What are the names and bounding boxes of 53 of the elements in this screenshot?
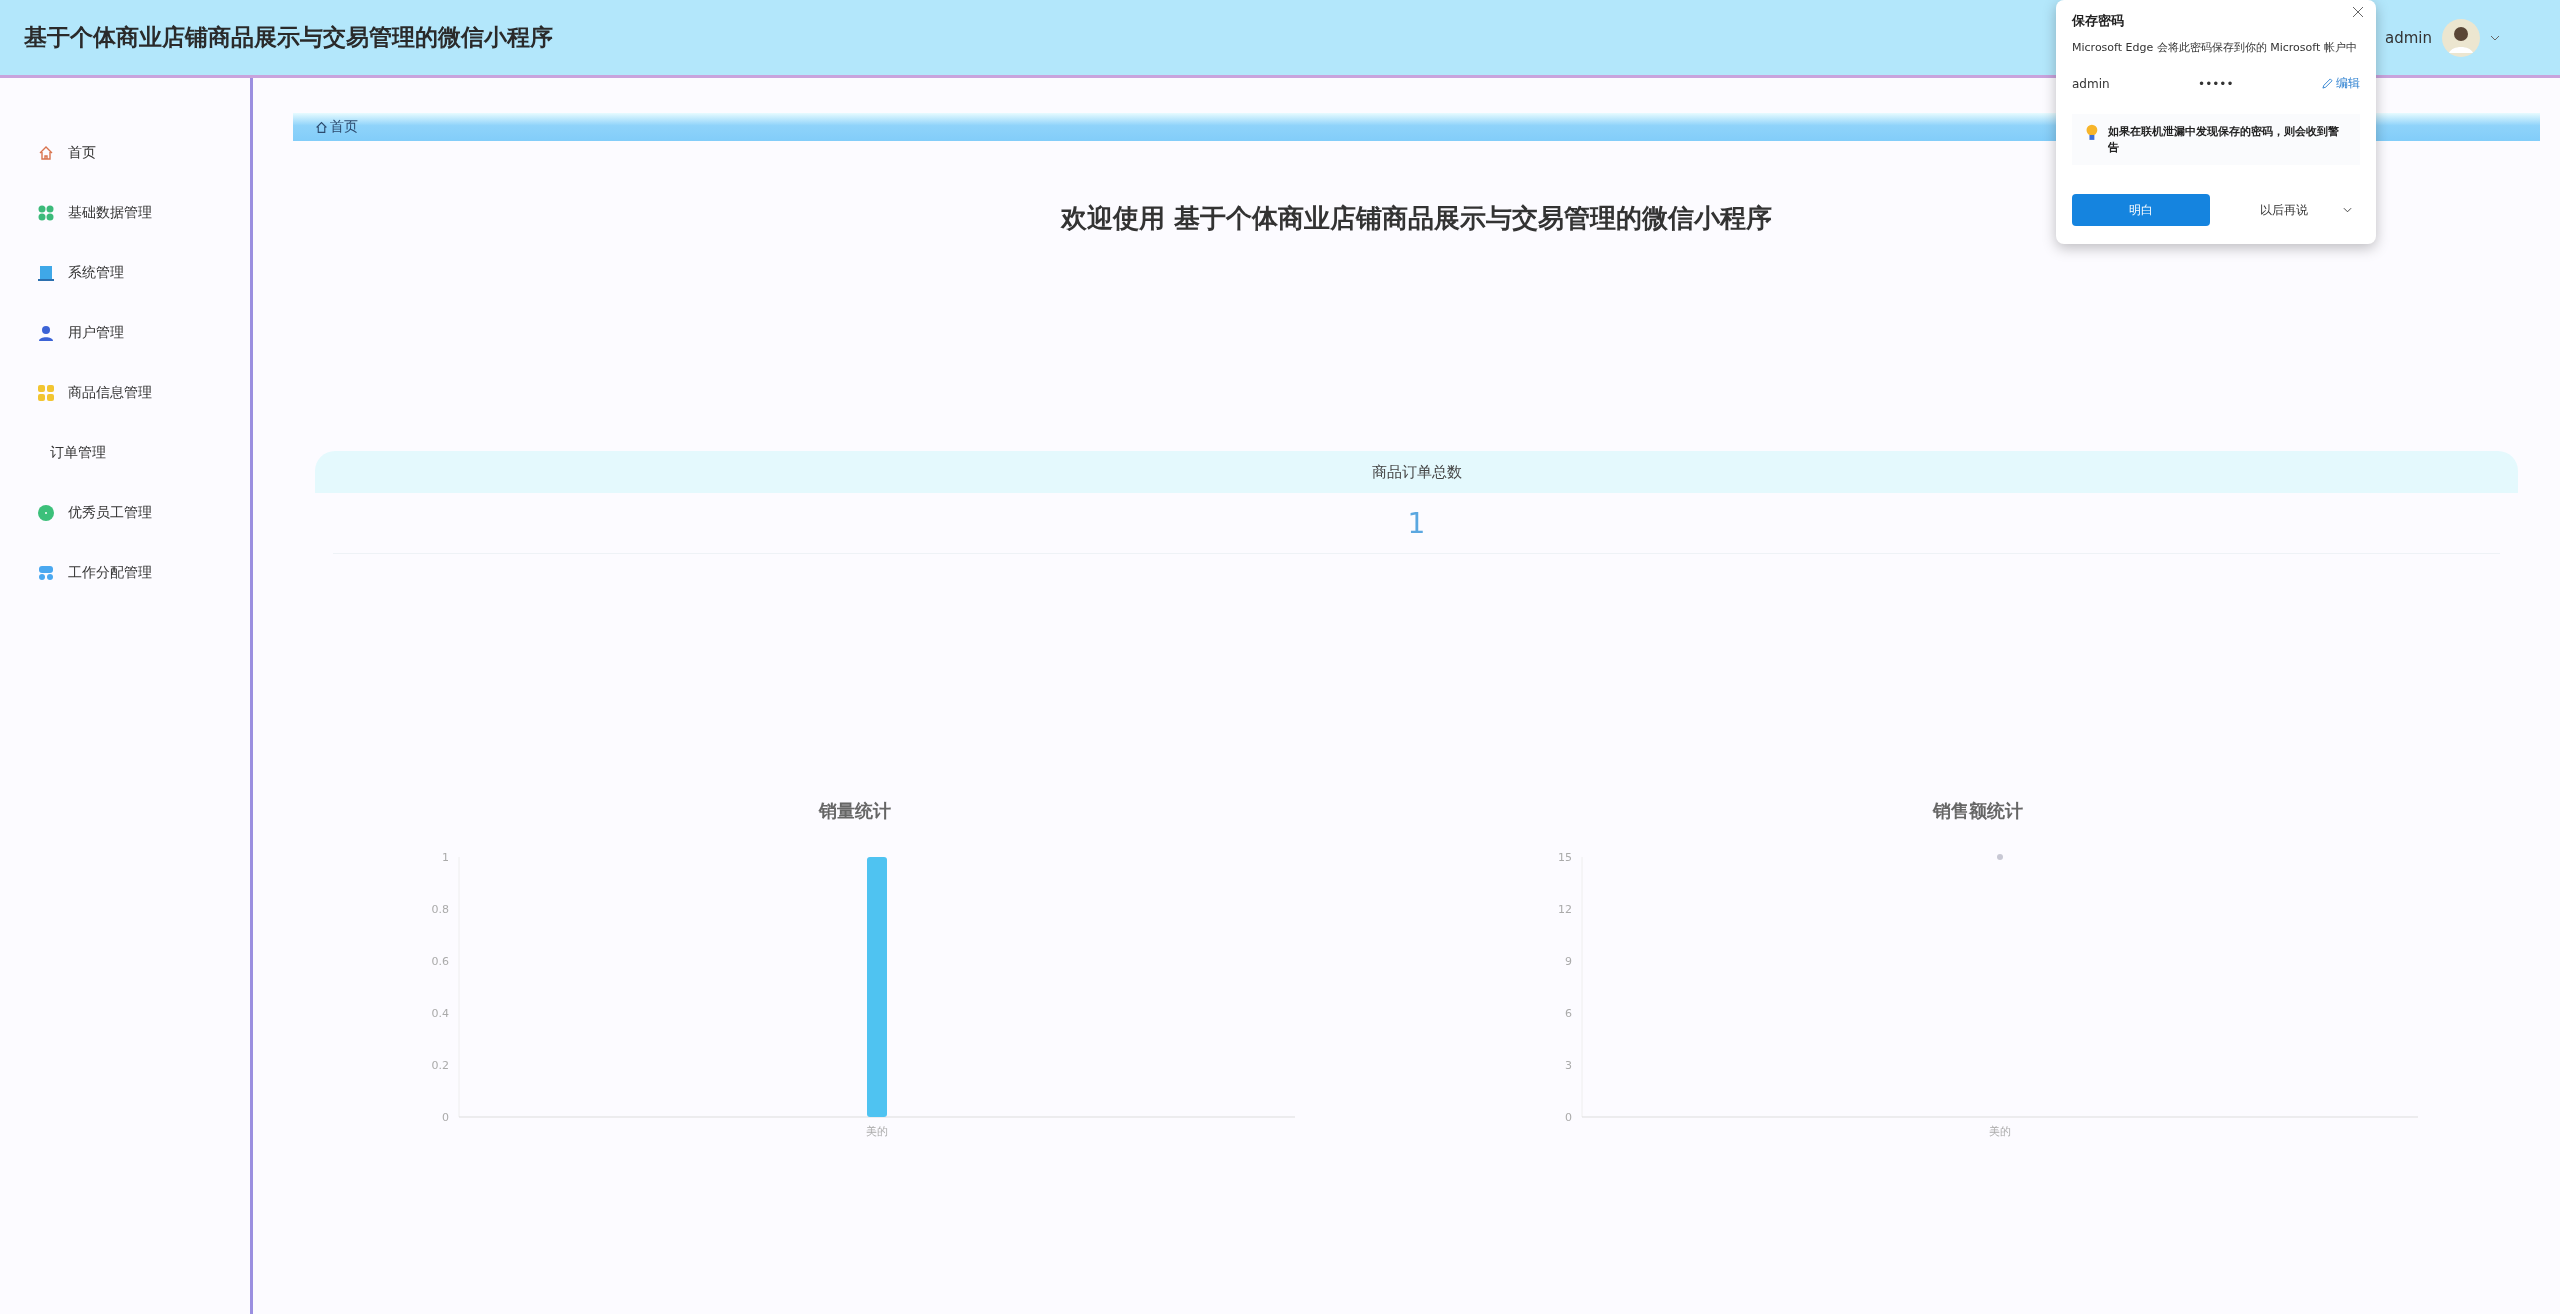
app-title: 基于个体商业店铺商品展示与交易管理的微信小程序 — [24, 23, 553, 52]
team-icon — [38, 565, 54, 581]
axis-category-label: 美的 — [1989, 1125, 2012, 1138]
axis-tick-label: 0 — [1565, 1111, 1573, 1124]
chart-title: 销售额统计 — [1933, 799, 2024, 823]
clover-icon — [38, 205, 54, 221]
popup-title: 保存密码 — [2072, 12, 2125, 30]
axis-tick-label: 1 — [441, 851, 449, 864]
popup-description: Microsoft Edge 会将此密码保存到你的 Microsoft 帐户中 — [2072, 40, 2358, 56]
axis-tick-label: 3 — [1565, 1059, 1573, 1072]
stat-value: 1 — [333, 493, 2500, 554]
circle-icon — [38, 505, 54, 521]
sidebar-item[interactable]: 首页 — [0, 123, 250, 183]
pencil-icon — [2322, 78, 2333, 90]
later-button[interactable]: 以后再说 — [2220, 194, 2360, 226]
axis-tick-label: 9 — [1565, 955, 1573, 968]
axis-tick-label: 12 — [1558, 903, 1573, 916]
sidebar-item[interactable]: 工作分配管理 — [0, 543, 250, 603]
edit-link[interactable]: 编辑 — [2322, 75, 2360, 93]
sidebar-item[interactable]: 商品信息管理 — [0, 363, 250, 423]
welcome-title: 欢迎使用 基于个体商业店铺商品展示与交易管理的微信小程序 — [1060, 202, 1773, 235]
avatar-icon[interactable] — [2442, 18, 2480, 57]
data-point — [1997, 854, 2004, 860]
axis-tick-label: 0 — [441, 1111, 449, 1124]
username-text: admin — [2072, 76, 2110, 91]
grid-icon — [38, 385, 54, 401]
axis-tick-label: 0.4 — [431, 1007, 449, 1020]
sidebar-item[interactable]: 基础数据管理 — [0, 183, 250, 243]
password-mask: ••••• — [2198, 76, 2234, 91]
stat-card-header: 商品订单总数 — [315, 451, 2518, 493]
chevron-down-icon — [2343, 207, 2352, 213]
close-icon[interactable] — [2352, 6, 2364, 18]
sidebar-item[interactable]: 订单管理 — [0, 423, 250, 483]
axis-category-label: 美的 — [865, 1125, 888, 1138]
axis-tick-label: 0.8 — [431, 903, 449, 916]
sidebar-item[interactable]: 系统管理 — [0, 243, 250, 303]
got-it-button[interactable]: 明白 — [2072, 194, 2210, 226]
chart-title: 销量统计 — [818, 799, 891, 823]
axis-tick-label: 15 — [1558, 851, 1573, 864]
home-icon — [315, 120, 328, 134]
home-icon — [38, 145, 54, 161]
building-icon — [38, 265, 54, 281]
breadcrumb-link[interactable]: 首页 — [330, 118, 358, 136]
lightbulb-icon — [2086, 124, 2098, 143]
sidebar-item[interactable]: 优秀员工管理 — [0, 483, 250, 543]
axis-tick-label: 0.2 — [431, 1059, 449, 1072]
user-icon — [38, 325, 54, 341]
chevron-down-icon[interactable] — [2490, 34, 2500, 41]
notice-text: 如果在联机泄漏中发现保存的密码，则会收到警告 — [2107, 124, 2340, 156]
axis-tick-label: 6 — [1565, 1007, 1573, 1020]
sidebar-item[interactable]: 用户管理 — [0, 303, 250, 363]
axis-tick-label: 0.6 — [431, 955, 449, 968]
user-greeting: admin — [2385, 28, 2432, 47]
